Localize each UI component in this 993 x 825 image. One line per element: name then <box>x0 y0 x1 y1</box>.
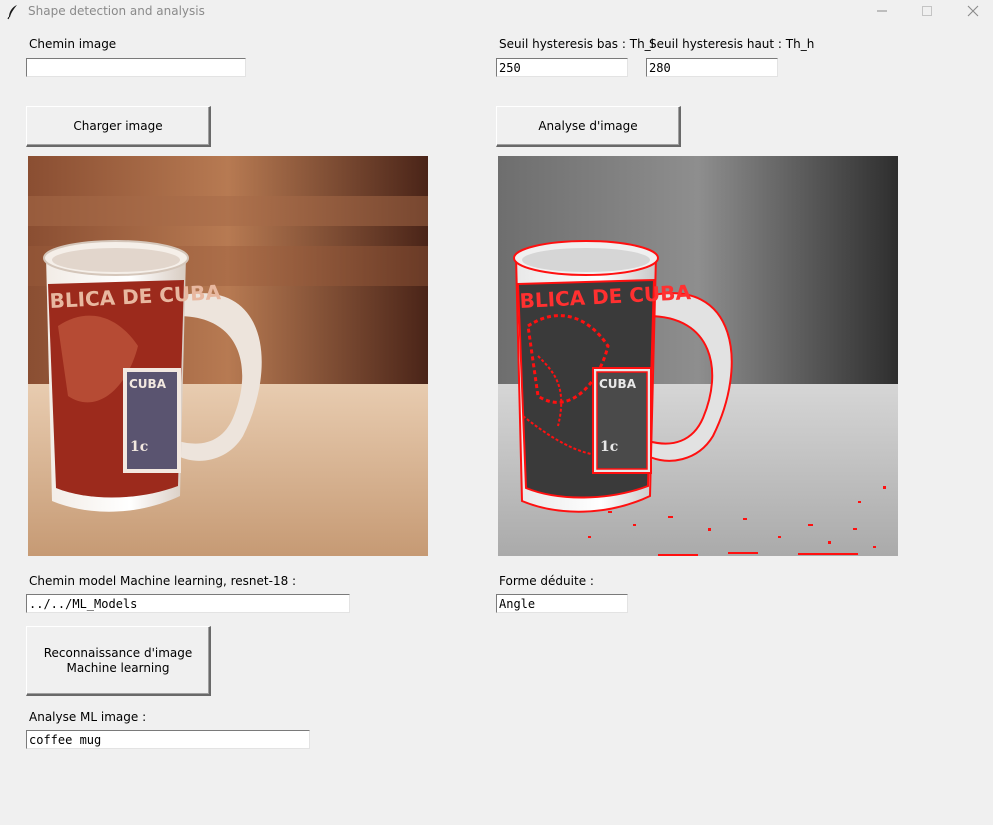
threshold-low-input[interactable] <box>496 58 628 77</box>
ml-result-label: Analyse ML image : <box>29 710 147 724</box>
ml-model-path-label: Chemin model Machine learning, resnet-18… <box>29 574 297 588</box>
threshold-low-label: Seuil hysteresis bas : Th_l <box>499 37 655 51</box>
ml-recognition-button[interactable]: Reconnaissance d'image Machine learning <box>26 626 211 696</box>
ml-recognition-label-line1: Reconnaissance d'image <box>43 645 193 660</box>
analyze-image-button[interactable]: Analyse d'image <box>496 106 681 147</box>
maximize-button[interactable] <box>904 0 950 22</box>
title-bar: Shape detection and analysis <box>0 0 993 26</box>
close-button[interactable] <box>950 0 993 22</box>
edge-stamp-text: CUBA <box>599 377 637 391</box>
image-path-label: Chemin image <box>29 37 117 51</box>
analyzed-image: BLICA DE CUBA CUBA 1c <box>498 156 898 556</box>
close-icon <box>967 5 979 17</box>
ml-result-field[interactable] <box>26 730 310 749</box>
deduced-shape-field[interactable] <box>496 594 628 613</box>
threshold-high-input[interactable] <box>646 58 778 77</box>
stamp-text: CUBA <box>129 377 167 391</box>
analyze-image-label: Analyse d'image <box>538 118 638 133</box>
load-image-label: Charger image <box>73 118 163 133</box>
image-path-input[interactable] <box>26 58 246 77</box>
edge-stamp-value: 1c <box>600 439 618 455</box>
ml-model-path-input[interactable] <box>26 594 350 613</box>
maximize-icon <box>922 6 932 16</box>
deduced-shape-label: Forme déduite : <box>499 574 594 588</box>
threshold-high-label: Seuil hysteresis haut : Th_h <box>649 37 815 51</box>
original-image: BLICA DE CUBA CUBA 1c <box>28 156 428 556</box>
window-title: Shape detection and analysis <box>28 4 205 18</box>
stamp-value: 1c <box>130 439 148 455</box>
ml-recognition-label-line2: Machine learning <box>66 660 170 675</box>
minimize-icon <box>877 10 887 12</box>
minimize-button[interactable] <box>859 0 905 22</box>
load-image-button[interactable]: Charger image <box>26 106 211 147</box>
feather-icon <box>7 5 17 20</box>
